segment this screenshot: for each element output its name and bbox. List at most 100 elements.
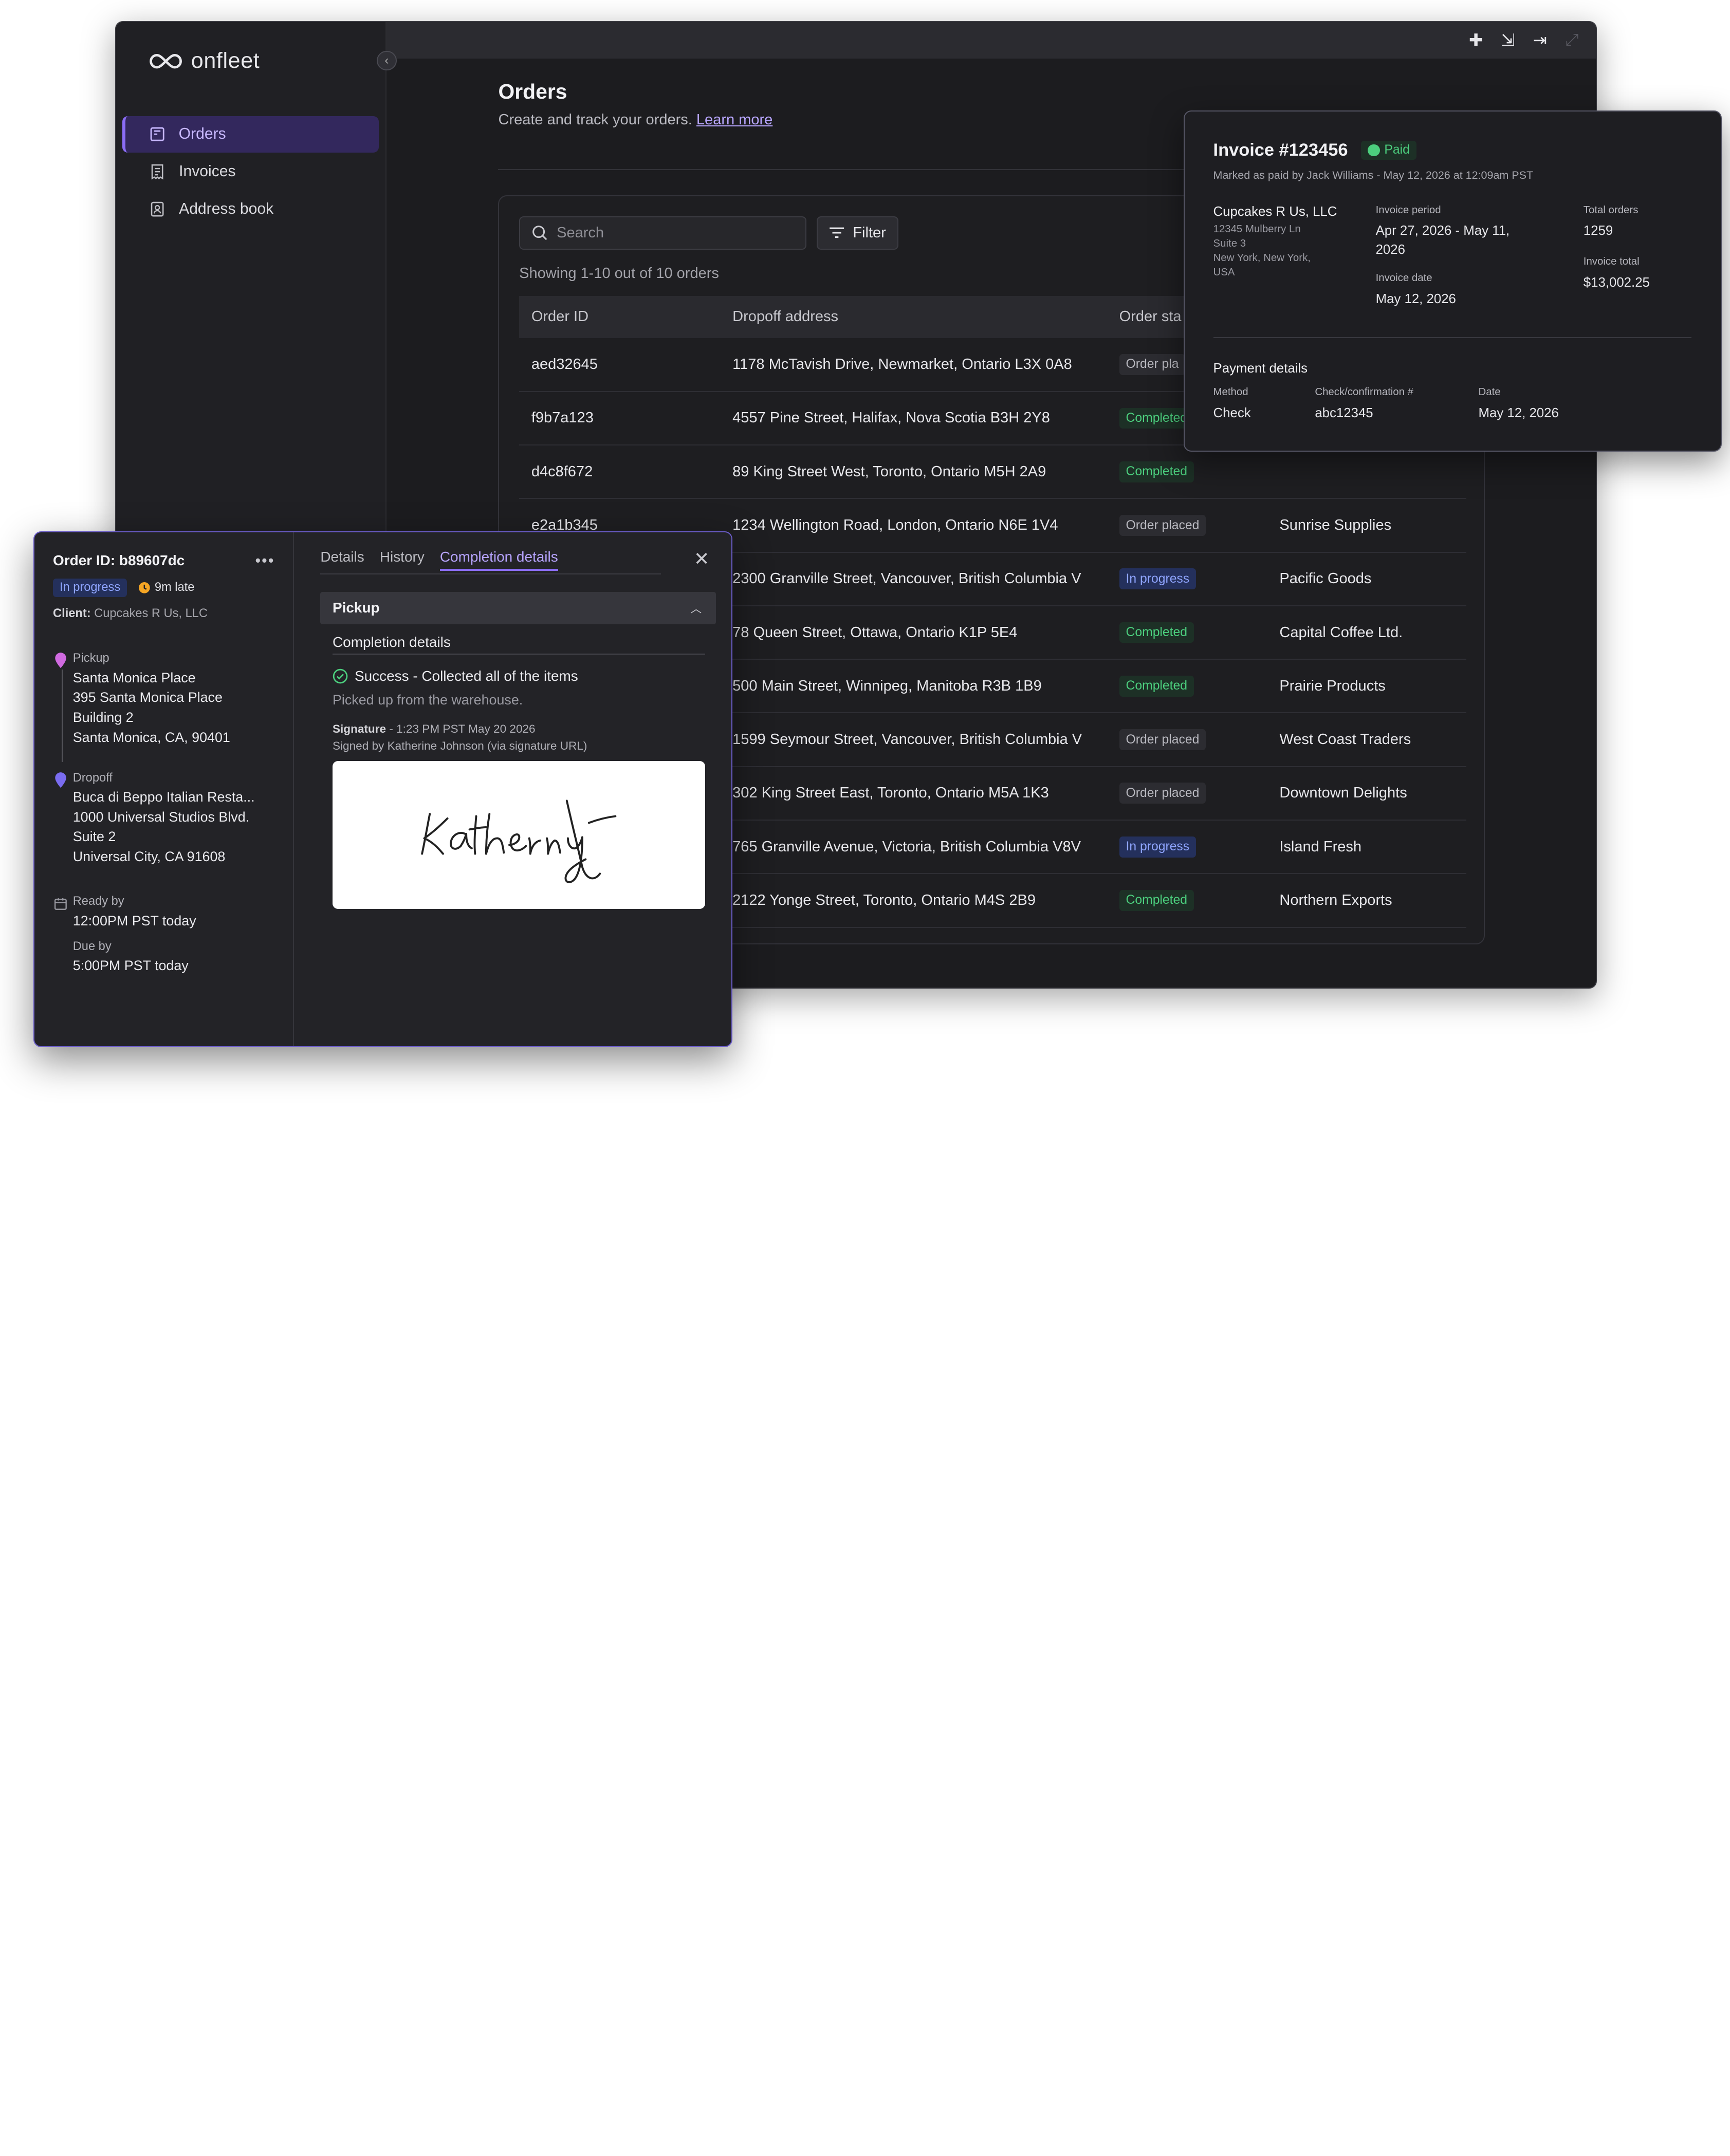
filter-icon — [830, 228, 844, 238]
dropoff-address-cell: 765 Granville Avenue, Victoria, British … — [720, 820, 1107, 875]
collapse-sidebar-button[interactable]: ‹ — [376, 50, 397, 71]
order-status-cell: Order placed — [1107, 498, 1267, 553]
sidebar-item-orders[interactable]: Orders — [122, 116, 379, 153]
invoice-period-value: Apr 27, 2026 - May 11, 2026 — [1375, 224, 1510, 257]
invoice-client-name: Cupcakes R Us, LLC — [1213, 204, 1337, 219]
filter-button[interactable]: Filter — [816, 216, 898, 250]
order-status-cell: Order placed — [1107, 713, 1267, 767]
client-cell: Northern Exports — [1267, 873, 1466, 928]
dropoff-pin-icon — [55, 772, 66, 788]
status-badge: In progress — [53, 579, 127, 597]
tab-completion-details[interactable]: Completion details — [439, 549, 558, 571]
due-value: 5:00PM PST today — [72, 957, 189, 973]
learn-more-link[interactable]: Learn more — [696, 111, 772, 128]
payment-method-block: Method Check — [1213, 386, 1251, 422]
success-text: Success - Collected all of the items — [354, 668, 578, 684]
dropoff-address-cell: 78 Queen Street, Ottawa, Ontario K1P 5E4 — [720, 605, 1107, 660]
dropoff-label: Dropoff — [72, 771, 113, 785]
search-input[interactable]: Search — [519, 216, 807, 250]
late-text: 9m late — [154, 581, 195, 594]
column-header-dropoff[interactable]: Dropoff address — [720, 295, 1107, 338]
paid-label: Paid — [1384, 143, 1410, 157]
sidebar-item-label: Invoices — [179, 163, 236, 180]
sidebar-item-invoices[interactable]: Invoices — [122, 154, 379, 190]
status-badge: Completed — [1119, 889, 1194, 911]
check-circle-icon — [1368, 144, 1380, 157]
table-row[interactable]: d4c8f672 89 King Street West, Toronto, On… — [519, 445, 1466, 499]
results-count: Showing 1-10 out of 10 orders — [519, 265, 719, 282]
section-title: Pickup — [332, 600, 380, 616]
ready-value: 12:00PM PST today — [72, 913, 196, 928]
tab-details[interactable]: Details — [320, 549, 364, 570]
order-status-cell: Completed — [1107, 873, 1267, 928]
status-badge: Completed — [1119, 407, 1194, 429]
status-badge: Order placed — [1119, 729, 1206, 750]
orders-icon — [150, 127, 164, 141]
dropoff-line: Buca di Beppo Italian Resta... — [72, 789, 255, 805]
client-row: Client: Cupcakes R Us, LLC — [53, 607, 274, 621]
column-header-order-id[interactable]: Order ID — [519, 295, 721, 338]
check-value: abc12345 — [1315, 406, 1373, 421]
method-label: Method — [1213, 386, 1248, 398]
status-badge: Order pla — [1119, 354, 1186, 375]
brand-logo[interactable]: onfleet — [147, 48, 260, 73]
invoice-total-value: $13,002.25 — [1583, 275, 1650, 290]
address-line: Suite 3 — [1213, 237, 1246, 249]
pickup-address: Santa Monica Place 395 Santa Monica Plac… — [73, 668, 230, 748]
completion-note: Picked up from the warehouse. — [332, 692, 523, 708]
order-status-cell: Order placed — [1107, 766, 1267, 821]
payment-date-block: Date May 12, 2026 — [1479, 386, 1559, 422]
order-status-cell: In progress — [1107, 552, 1267, 606]
total-orders-value: 1259 — [1583, 224, 1613, 238]
pickup-pin-icon — [55, 653, 66, 668]
invoice-client-block: Cupcakes R Us, LLC 12345 Mulberry Ln Sui… — [1213, 205, 1346, 280]
dropoff-address-cell: 1599 Seymour Street, Vancouver, British … — [720, 713, 1107, 767]
plus-icon[interactable]: ✚ — [1467, 30, 1484, 50]
total-orders-label: Total orders — [1583, 204, 1639, 216]
topbar: ✚ ⇲ ⇥ ⤢ — [387, 22, 1596, 59]
dropoff-address-cell: 500 Main Street, Winnipeg, Manitoba R3B … — [720, 659, 1107, 714]
tab-history[interactable]: History — [380, 549, 425, 570]
expand-icon[interactable]: ⤢ — [1563, 30, 1580, 50]
invoice-card: Invoice #123456 Paid Marked as paid by J… — [1183, 110, 1722, 452]
order-id-cell: aed32645 — [519, 338, 721, 392]
client-cell: West Coast Traders — [1267, 713, 1466, 767]
client-cell: Pacific Goods — [1267, 552, 1466, 606]
onfleet-logo-icon — [150, 53, 182, 69]
search-placeholder: Search — [557, 224, 604, 241]
signed-by: Signed by Katherine Johnson (via signatu… — [332, 739, 587, 752]
order-status-cell: In progress — [1107, 820, 1267, 875]
close-icon[interactable]: ✕ — [694, 548, 710, 570]
pickup-block: Pickup Santa Monica Place 395 Santa Moni… — [53, 652, 230, 763]
import-icon[interactable]: ⇲ — [1500, 30, 1516, 50]
check-label: Check/confirmation # — [1315, 386, 1414, 398]
invoice-totals-block: Total orders 1259 Invoice total $13,002.… — [1584, 205, 1705, 292]
completion-title: Completion details — [332, 634, 705, 655]
order-status-cell: Completed — [1107, 605, 1267, 660]
chevron-up-icon: ︿ — [690, 602, 702, 615]
signature-time: - 1:23 PM PST May 20 2026 — [386, 722, 536, 736]
export-icon[interactable]: ⇥ — [1532, 30, 1548, 50]
payment-details-title: Payment details — [1213, 361, 1308, 376]
address-line: USA — [1213, 266, 1235, 278]
order-summary: Order ID: b89607dc ••• In progress 9m la… — [34, 532, 294, 1047]
address-line: 12345 Mulberry Ln — [1213, 224, 1301, 235]
dropoff-address-cell: 302 King Street East, Toronto, Ontario M… — [720, 766, 1107, 821]
order-id-cell: f9b7a123 — [519, 391, 721, 446]
invoice-period-block: Invoice period Apr 27, 2026 - May 11, 20… — [1376, 205, 1531, 309]
invoice-title: Invoice #123456 — [1213, 140, 1348, 160]
order-status-cell: Completed — [1107, 659, 1267, 714]
order-status-cell: Completed — [1107, 445, 1267, 499]
dropoff-address: Buca di Beppo Italian Resta... 1000 Univ… — [73, 787, 255, 867]
schedule-block: Ready by 12:00PM PST today Due by 5:00PM… — [53, 895, 196, 975]
more-options-icon[interactable]: ••• — [255, 552, 275, 570]
status-badge: Order placed — [1119, 515, 1206, 536]
sidebar-item-label: Address book — [179, 200, 274, 218]
pickup-section-header[interactable]: Pickup ︿ — [320, 592, 716, 624]
payment-date-label: Date — [1478, 386, 1501, 398]
sidebar-item-address-book[interactable]: Address book — [122, 191, 379, 228]
status-badge: Order placed — [1119, 783, 1206, 804]
page-title: Orders — [498, 79, 567, 103]
filter-label: Filter — [853, 224, 886, 241]
dropoff-line: 1000 Universal Studios Blvd. — [72, 809, 250, 825]
